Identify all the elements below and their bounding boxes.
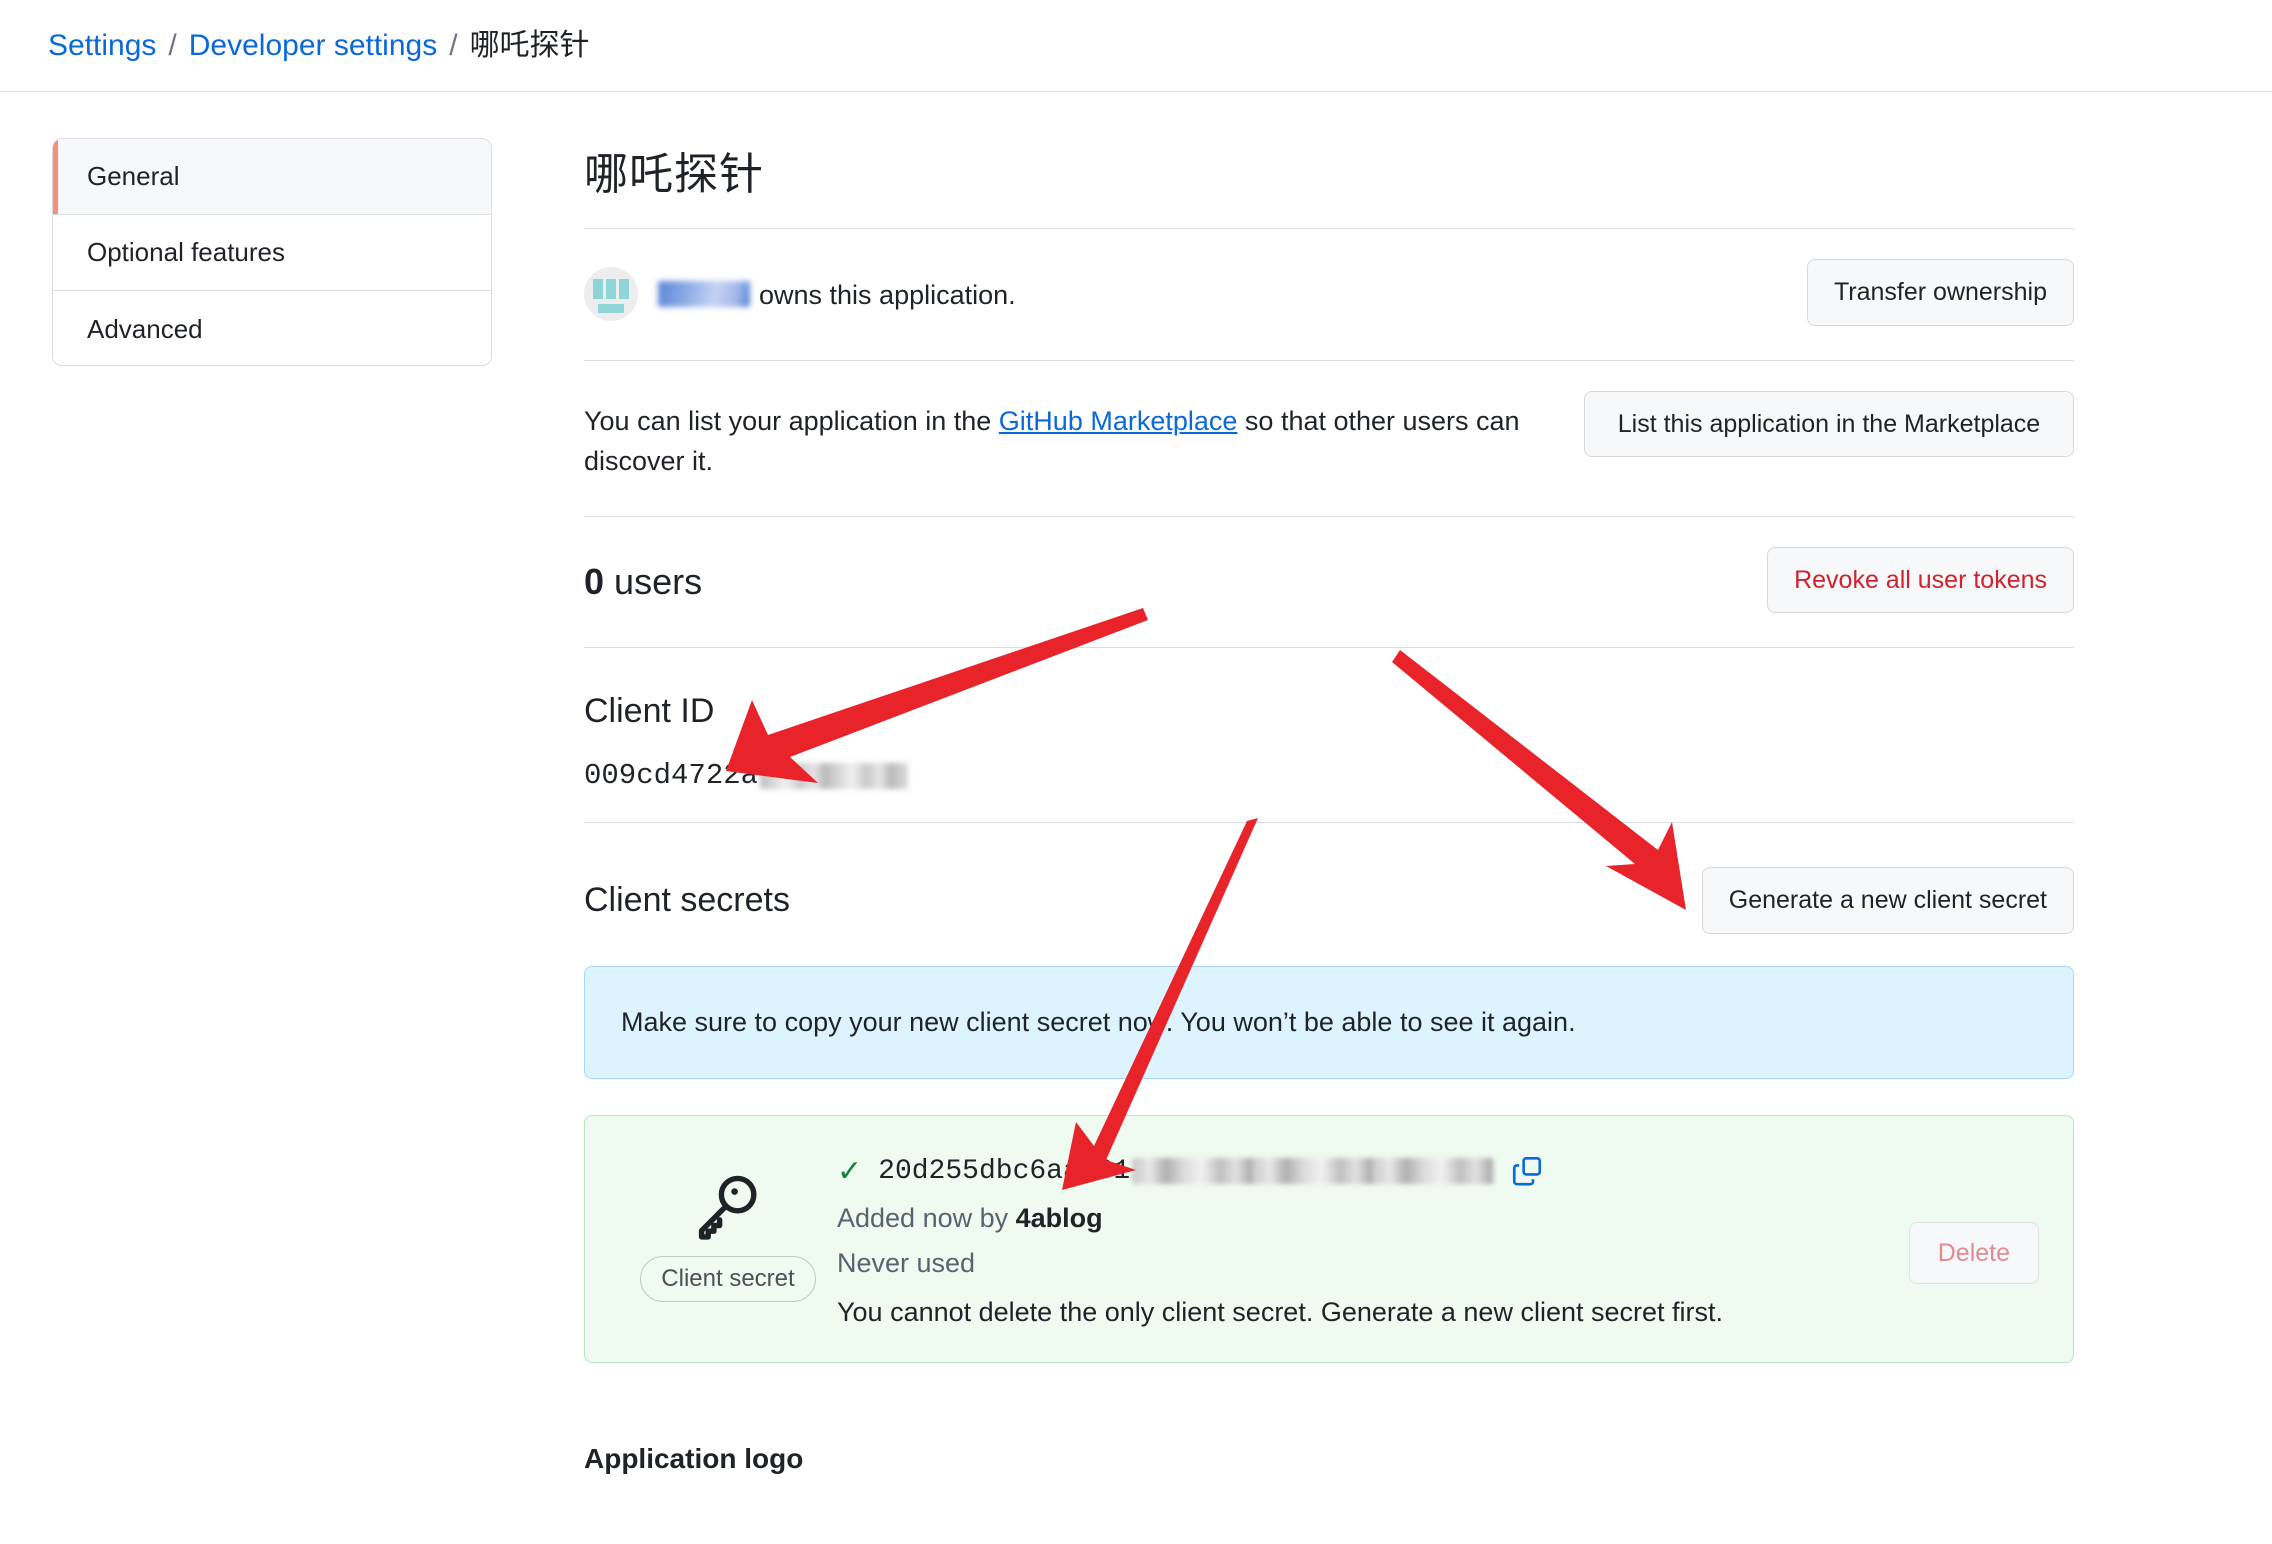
client-secret-usage: Never used (837, 1247, 976, 1278)
settings-sidebar: General Optional features Advanced (52, 138, 492, 366)
client-secret-key-column: Client secret (619, 1144, 837, 1302)
client-id-heading: Client ID (584, 692, 715, 730)
revoke-all-user-tokens-button[interactable]: Revoke all user tokens (1767, 546, 2074, 613)
breadcrumb-developer-settings-link[interactable]: Developer settings (189, 30, 437, 61)
client-secret-value-row: ✓ 20d255dbc6aab01 (837, 1154, 2039, 1189)
sidebar-item-optional-features-label: Optional features (87, 237, 286, 267)
copy-icon[interactable] (1512, 1156, 1542, 1186)
client-secret-badge: Client secret (640, 1255, 816, 1302)
client-secret-added-line: Added now by 4ablog (837, 1203, 2039, 1234)
owns-application-text: owns this application. (759, 279, 1016, 310)
client-secret-redacted-part (1132, 1158, 1495, 1184)
breadcrumb-separator-2: / (449, 28, 458, 62)
client-secret-visible-part: 20d255dbc6aab01 (878, 1155, 1131, 1187)
client-id-value: 009cd4722a (584, 759, 2074, 792)
sidebar-item-advanced[interactable]: Advanced (53, 291, 491, 365)
application-logo-heading: Application logo (584, 1442, 804, 1474)
client-id-redacted-part (760, 762, 909, 789)
delete-button-slot: Delete (1908, 1221, 2039, 1284)
marketplace-row: You can list your application in the Git… (584, 361, 2074, 517)
owner-info: owns this application. (584, 259, 1016, 321)
breadcrumb: Settings / Developer settings / 哪吒探针 (0, 0, 2272, 92)
client-secrets-section: Client secrets Generate a new client sec… (584, 823, 2074, 1363)
main-content: 哪吒探针 owns this application. Transfer own… (584, 138, 2074, 1475)
app-settings-page: Settings / Developer settings / 哪吒探针 Gen… (0, 0, 2272, 1544)
client-secrets-header: Client secrets Generate a new client sec… (584, 823, 2074, 958)
owner-name-redacted (658, 280, 750, 307)
client-secret-card: Client secret ✓ 20d255dbc6aab01 Added no… (584, 1114, 2074, 1363)
users-count-number: 0 (584, 560, 605, 602)
client-secrets-heading: Client secrets (584, 880, 790, 919)
github-marketplace-link[interactable]: GitHub Marketplace (999, 406, 1238, 436)
sidebar-item-general-label: General (87, 161, 180, 191)
page-title: 哪吒探针 (584, 138, 2074, 229)
sidebar-item-general[interactable]: General (53, 139, 491, 215)
transfer-ownership-button[interactable]: Transfer ownership (1806, 259, 2074, 326)
copy-secret-flash-message: Make sure to copy your new client secret… (584, 965, 2074, 1079)
client-id-section: Client ID 009cd4722a (584, 648, 2074, 823)
avatar (584, 267, 638, 321)
breadcrumb-current-app: 哪吒探针 (469, 28, 590, 62)
users-count: 0 users (584, 547, 702, 603)
sidebar-item-optional-features[interactable]: Optional features (53, 215, 491, 291)
owner-text: owns this application. (658, 278, 1016, 311)
users-row: 0 users Revoke all user tokens (584, 517, 2074, 648)
client-id-visible-part: 009cd4722a (584, 759, 759, 792)
client-secret-details: ✓ 20d255dbc6aab01 Added now by 4ablog Ne… (837, 1144, 2039, 1328)
client-secret-delete-note: You cannot delete the only client secret… (837, 1296, 1724, 1327)
client-secret-added-prefix: Added now by (837, 1202, 1009, 1233)
users-count-label: users (614, 560, 703, 602)
owner-row: owns this application. Transfer ownershi… (584, 229, 2074, 361)
marketplace-description: You can list your application in the Git… (584, 391, 1544, 482)
check-icon: ✓ (837, 1154, 863, 1188)
sidebar-item-advanced-label: Advanced (87, 313, 203, 344)
key-icon (698, 1175, 757, 1240)
generate-new-client-secret-button[interactable]: Generate a new client secret (1701, 867, 2074, 934)
breadcrumb-settings-link[interactable]: Settings (48, 30, 156, 61)
list-in-marketplace-button[interactable]: List this application in the Marketplace (1584, 390, 2074, 457)
breadcrumb-separator-1: / (168, 28, 177, 62)
marketplace-text-before: You can list your application in the (584, 405, 992, 436)
delete-secret-button[interactable]: Delete (1908, 1221, 2039, 1284)
client-secret-added-by: 4ablog (1015, 1202, 1103, 1233)
